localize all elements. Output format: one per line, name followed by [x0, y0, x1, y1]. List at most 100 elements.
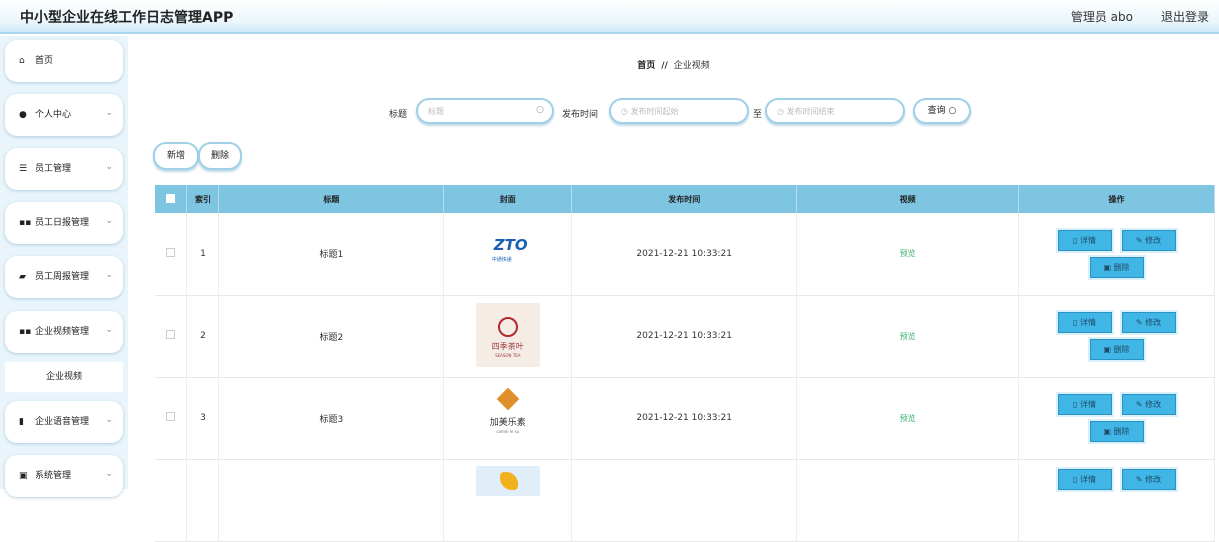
main-content: 首页 // 企业视频 标题 标题 ○ 发布时间 ◷ 发布时间起始 至 ◷ 发布时间结… [128, 36, 1219, 542]
detail-button[interactable]: ▯ 详情 [1057, 312, 1112, 333]
table-row: 2 标题2 四季茶叶 SEASON TEA 2021-12-21 10:33:2… [155, 295, 1215, 378]
row-title: 标题3 [218, 377, 445, 460]
sidebar-item-video-mgmt[interactable]: ▪▪ 企业视频管理 ⌄ [5, 311, 123, 353]
cover-image-jiamei: 加美乐素 camei le su [475, 384, 540, 449]
breadcrumb: 首页 // 企业视频 [128, 58, 1219, 71]
bar-chart-icon: ▮ [19, 417, 24, 427]
delete-button[interactable]: 删除 [198, 142, 242, 170]
tea-emblem-icon [497, 316, 518, 337]
col-title: 标题 [218, 185, 445, 213]
select-all-checkbox[interactable] [155, 185, 188, 213]
edit-button[interactable]: ✎ 修改 [1121, 312, 1176, 333]
breadcrumb-current: 企业视频 [673, 61, 710, 71]
end-time-input[interactable]: ◷ 发布时间结束 [765, 98, 905, 124]
header-bar: 中小型企业在线工作日志管理APP 管理员 abo 退出登录 [0, 0, 1219, 34]
sidebar-item-staff[interactable]: ☰ 员工管理 ⌄ [5, 148, 123, 190]
detail-button[interactable]: ▯ 详情 [1057, 468, 1112, 490]
video-table: 索引 标题 封面 发布时间 视频 操作 1 标题1 ZTO 中通快递 2021-… [155, 185, 1215, 542]
edit-icon: ✎ [1135, 474, 1143, 484]
breadcrumb-separator: // [661, 61, 668, 71]
detail-button[interactable]: ▯ 详情 [1057, 229, 1112, 251]
table-row: 1 标题1 ZTO 中通快递 2021-12-21 10:33:21 预览 ▯ … [155, 213, 1215, 296]
query-button[interactable]: 查询 ○ [913, 98, 971, 124]
detail-button[interactable]: ▯ 详情 [1057, 394, 1112, 415]
row-delete-button[interactable]: ▣ 删除 [1089, 256, 1144, 278]
row-cover[interactable] [443, 459, 573, 542]
doc-icon: ▯ [1073, 318, 1078, 327]
row-ops: ▯ 详情 ✎ 修改 [1018, 459, 1215, 542]
table-header: 索引 标题 封面 发布时间 视频 操作 [155, 185, 1215, 213]
table-row: ▯ 详情 ✎ 修改 [155, 459, 1215, 542]
start-time-placeholder: ◷ 发布时间起始 [621, 107, 679, 116]
row-ops: ▯ 详情 ✎ 修改 ▣ 删除 [1018, 295, 1215, 378]
sidebar-item-personal[interactable]: ● 个人中心 ⌄ [5, 94, 123, 136]
title-label: 标题 [389, 110, 408, 120]
doc-icon: ▯ [1073, 474, 1078, 484]
thumb-icon: ▰ [19, 272, 26, 282]
list-icon: ☰ [19, 164, 28, 174]
row-ops: ▯ 详情 ✎ 修改 ▣ 删除 [1018, 377, 1215, 460]
sidebar-item-home[interactable]: ⌂ 首页 [5, 40, 123, 82]
row-cover[interactable]: 四季茶叶 SEASON TEA [443, 295, 573, 378]
edit-button[interactable]: ✎ 修改 [1121, 229, 1176, 251]
row-video: 预览 [796, 295, 1020, 378]
brand-logo-icon [499, 471, 518, 490]
row-video [796, 459, 1020, 542]
chevron-down-icon: ⌄ [105, 415, 113, 425]
title-search-input[interactable]: 标题 ○ [416, 98, 554, 124]
grid-icon: ▪▪ [19, 327, 32, 337]
start-time-input[interactable]: ◷ 发布时间起始 [609, 98, 749, 124]
preview-link[interactable]: 预览 [900, 414, 916, 423]
doc-icon: ▯ [1073, 400, 1078, 409]
chevron-down-icon: ⌄ [105, 162, 113, 172]
breadcrumb-home[interactable]: 首页 [637, 61, 655, 71]
row-checkbox[interactable] [155, 459, 188, 542]
cover-image-tea: 四季茶叶 SEASON TEA [475, 302, 540, 367]
search-icon: ○ [948, 106, 957, 116]
sidebar-item-label: 员工管理 [35, 164, 72, 174]
row-index: 3 [186, 377, 220, 460]
chevron-down-icon: ⌄ [105, 469, 113, 479]
sidebar-item-voice[interactable]: ▮ 企业语音管理 ⌄ [5, 401, 123, 443]
sidebar-item-label: 系统管理 [35, 471, 72, 481]
jiamei-sub: camei le su [496, 428, 520, 434]
trash-icon: ▣ [1103, 345, 1112, 354]
user-icon: ● [19, 110, 27, 120]
row-checkbox[interactable] [155, 213, 188, 296]
col-ops: 操作 [1018, 185, 1215, 213]
sidebar-subitem-video[interactable]: 企业视频 [5, 362, 123, 392]
add-button[interactable]: 新增 [153, 142, 199, 170]
preview-link[interactable]: 预览 [900, 249, 916, 258]
sidebar-item-daily[interactable]: ▪▪ 员工日报管理 ⌄ [5, 202, 123, 244]
edit-button[interactable]: ✎ 修改 [1121, 468, 1176, 490]
edit-button[interactable]: ✎ 修改 [1121, 394, 1176, 415]
sidebar-item-label: 个人中心 [35, 110, 72, 120]
search-icon: ○ [536, 105, 544, 115]
home-icon: ⌂ [19, 56, 25, 66]
edit-icon: ✎ [1135, 235, 1143, 245]
row-checkbox[interactable] [155, 295, 188, 378]
sidebar-item-label: 企业语音管理 [35, 417, 90, 427]
sidebar-item-label: 员工周报管理 [35, 272, 90, 282]
row-delete-button[interactable]: ▣ 删除 [1089, 339, 1144, 360]
row-title: 标题2 [218, 295, 445, 378]
time-label: 发布时间 [562, 110, 599, 120]
row-cover[interactable]: 加美乐素 camei le su [443, 377, 573, 460]
row-cover[interactable]: ZTO 中通快递 [443, 213, 573, 296]
sidebar-item-system[interactable]: ▣ 系统管理 ⌄ [5, 455, 123, 497]
row-delete-button[interactable]: ▣ 删除 [1089, 421, 1144, 442]
col-cover: 封面 [443, 185, 573, 213]
edit-icon: ✎ [1135, 400, 1143, 409]
row-title: 标题1 [218, 213, 445, 296]
sidebar-item-weekly[interactable]: ▰ 员工周报管理 ⌄ [5, 256, 123, 298]
row-time [571, 459, 798, 542]
row-checkbox[interactable] [155, 377, 188, 460]
end-time-placeholder: ◷ 发布时间结束 [777, 107, 835, 116]
col-time: 发布时间 [571, 185, 798, 213]
sidebar-item-label: 员工日报管理 [35, 218, 90, 228]
edit-icon: ✎ [1135, 318, 1143, 327]
tea-text: 四季茶叶 [491, 341, 524, 351]
current-user: 管理员 abo [1070, 10, 1133, 24]
preview-link[interactable]: 预览 [900, 332, 916, 341]
logout-link[interactable]: 退出登录 [1161, 8, 1209, 25]
